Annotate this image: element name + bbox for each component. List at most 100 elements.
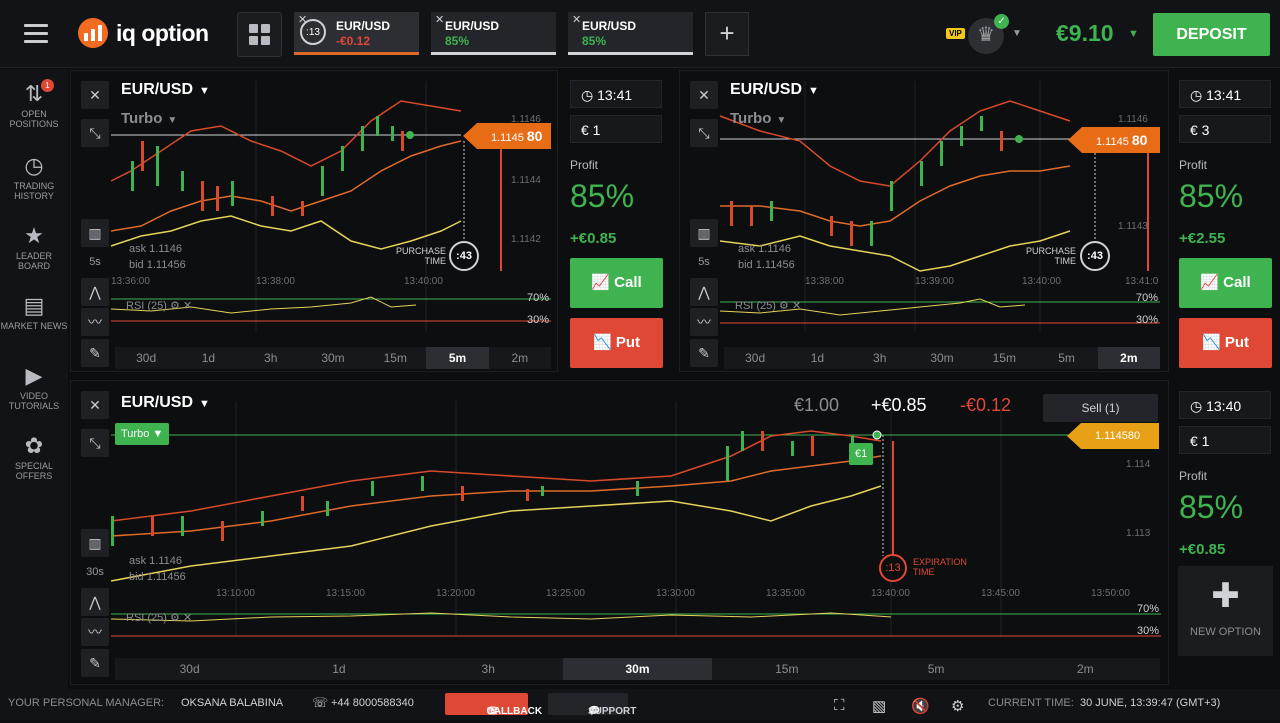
timeframe-30m[interactable]: 30m	[911, 347, 973, 369]
sidebar-item-special-offers[interactable]: ✿ SPECIAL OFFERS	[0, 433, 68, 481]
candle-interval[interactable]: 30s	[81, 566, 109, 578]
asset-tab-2[interactable]: ✕ EUR/USD 85%	[431, 12, 556, 55]
close-icon[interactable]: ✕	[435, 13, 444, 26]
timeframe-15m[interactable]: 15m	[973, 347, 1035, 369]
expiry-time-field[interactable]: ◷ 13:41	[570, 80, 662, 108]
close-chart-button[interactable]: ✕	[690, 81, 718, 109]
new-option-button[interactable]: ✚ NEW OPTION	[1178, 566, 1273, 656]
price-chart[interactable]	[71, 381, 1170, 686]
fullscreen-icon[interactable]: ⛶	[834, 697, 845, 714]
chart-type-icon[interactable]: ▥	[690, 219, 718, 247]
asset-tab-3[interactable]: ✕ EUR/USD 85%	[568, 12, 693, 55]
menu-icon[interactable]	[24, 24, 48, 44]
close-icon[interactable]: ✕	[792, 300, 801, 312]
timeframe-3h[interactable]: 3h	[414, 658, 563, 680]
timeframe-15m[interactable]: 15m	[364, 347, 426, 369]
layers-icon[interactable]: ▧	[872, 697, 886, 715]
amount-input[interactable]: € 1	[570, 115, 662, 143]
timeframe-30m[interactable]: 30m	[302, 347, 364, 369]
timeframe-5m[interactable]: 5m	[861, 658, 1010, 680]
add-tab-button[interactable]: +	[705, 12, 749, 56]
close-icon[interactable]: ✕	[572, 13, 581, 26]
x-tick: 13:10:00	[216, 588, 255, 599]
chevron-down-icon[interactable]: ▼	[1128, 28, 1139, 40]
chart-panel-top-left[interactable]: ✕ ⤡ ▥ 5s ⋀ 〰 ✎ EUR/USD ▼ Turbo ▼ ask 1.114…	[70, 70, 558, 372]
mute-icon[interactable]: 🔇	[911, 697, 930, 715]
candle-interval[interactable]: 5s	[81, 256, 109, 268]
timeframe-30d[interactable]: 30d	[115, 658, 264, 680]
phone-number[interactable]: +44 8000588340	[331, 697, 414, 709]
support-button[interactable]: 💬 SUPPORT	[548, 693, 636, 717]
indicator-icon[interactable]: ⋀	[81, 588, 109, 616]
put-button[interactable]: 📉 Put	[1179, 318, 1272, 368]
layout-grid-button[interactable]	[237, 12, 282, 57]
trend-icon[interactable]: 〰	[690, 308, 718, 336]
sidebar-item-open-positions[interactable]: ⇅ 1 OPEN POSITIONS	[0, 79, 68, 129]
expiry-time-field[interactable]: ◷ 13:41	[1179, 80, 1271, 108]
chart-panel-bottom[interactable]: ✕ ⤡ ▥ 30s ⋀ 〰 ✎ EUR/USD ▼ Turbo ▼ ask 1.1…	[70, 380, 1169, 685]
indicator-icon[interactable]: ⋀	[81, 278, 109, 306]
pencil-icon[interactable]: ✎	[81, 649, 109, 677]
sell-button[interactable]: Sell (1)	[1043, 394, 1158, 422]
amount-input[interactable]: € 3	[1179, 115, 1271, 143]
sidebar-item-video-tutorials[interactable]: ▶ VIDEO TUTORIALS	[0, 363, 68, 411]
mode-selector[interactable]: Turbo ▼	[115, 423, 170, 445]
close-chart-button[interactable]: ✕	[81, 391, 109, 419]
mode-selector[interactable]: Turbo ▼	[121, 110, 177, 127]
vip-profile[interactable]: VIP ♛ ✓ ▼	[946, 14, 1026, 56]
collapse-icon[interactable]: ⤡	[690, 119, 718, 147]
rsi-indicator[interactable]: RSI (25) ⚙ ✕	[126, 299, 192, 312]
asset-selector[interactable]: EUR/USD ▼	[121, 394, 210, 412]
timeframe-1d[interactable]: 1d	[786, 347, 848, 369]
trend-icon[interactable]: 〰	[81, 618, 109, 646]
collapse-icon[interactable]: ⤡	[81, 429, 109, 457]
sidebar-item-label: MARKET NEWS	[0, 321, 68, 331]
close-icon[interactable]: ✕	[183, 300, 192, 312]
candle-interval[interactable]: 5s	[690, 256, 718, 268]
expiry-time-field[interactable]: ◷ 13:40	[1179, 391, 1271, 419]
timeframe-15m[interactable]: 15m	[712, 658, 861, 680]
timeframe-3h[interactable]: 3h	[240, 347, 302, 369]
timeframe-30d[interactable]: 30d	[724, 347, 786, 369]
call-button[interactable]: 📈 Call	[570, 258, 663, 308]
close-chart-button[interactable]: ✕	[81, 81, 109, 109]
timeframe-2m[interactable]: 2m	[1011, 658, 1160, 680]
chart-type-icon[interactable]: ▥	[81, 219, 109, 247]
pencil-icon[interactable]: ✎	[81, 339, 109, 367]
trend-icon[interactable]: 〰	[81, 308, 109, 336]
deposit-button[interactable]: DEPOSIT	[1153, 13, 1270, 56]
asset-selector[interactable]: EUR/USD ▼	[121, 81, 210, 99]
timeframe-5m[interactable]: 5m	[426, 347, 489, 369]
asset-selector[interactable]: EUR/USD ▼	[730, 81, 819, 99]
indicator-icon[interactable]: ⋀	[690, 278, 718, 306]
timeframe-2m[interactable]: 2m	[489, 347, 551, 369]
gear-icon[interactable]: ⚙	[170, 300, 180, 312]
put-button[interactable]: 📉 Put	[570, 318, 663, 368]
rsi-indicator[interactable]: RSI (25) ⚙ ✕	[735, 299, 801, 312]
call-button[interactable]: 📈 Call	[1179, 258, 1272, 308]
pencil-icon[interactable]: ✎	[690, 339, 718, 367]
asset-tab-1[interactable]: ✕ :13 EUR/USD -€0.12	[294, 12, 419, 55]
sidebar-item-leader-board[interactable]: ★ LEADER BOARD	[0, 223, 68, 271]
timeframe-3h[interactable]: 3h	[849, 347, 911, 369]
collapse-icon[interactable]: ⤡	[81, 119, 109, 147]
timeframe-30d[interactable]: 30d	[115, 347, 177, 369]
mode-selector[interactable]: Turbo ▼	[730, 110, 786, 127]
sidebar-item-market-news[interactable]: ▤ MARKET NEWS	[0, 293, 68, 331]
amount-input[interactable]: € 1	[1179, 426, 1271, 454]
gear-icon[interactable]: ⚙	[170, 612, 180, 624]
chart-panel-top-right[interactable]: ✕ ⤡ ▥ 5s ⋀ 〰 ✎ EUR/USD ▼ Turbo ▼ ask 1.114…	[679, 70, 1169, 372]
timeframe-1d[interactable]: 1d	[177, 347, 239, 369]
rsi-indicator[interactable]: RSI (25) ⚙ ✕	[126, 611, 192, 624]
close-icon[interactable]: ✕	[183, 612, 192, 624]
timeframe-5m[interactable]: 5m	[1035, 347, 1097, 369]
callback-button[interactable]: ☏ CALLBACK	[445, 693, 542, 717]
timeframe-2m[interactable]: 2m	[1097, 347, 1160, 369]
gear-icon[interactable]: ⚙	[951, 697, 964, 715]
balance[interactable]: €9.10	[1056, 20, 1114, 47]
sidebar-item-trading-history[interactable]: ◷ TRADING HISTORY	[0, 153, 68, 201]
chart-type-icon[interactable]: ▥	[81, 529, 109, 557]
timeframe-1d[interactable]: 1d	[264, 658, 413, 680]
gear-icon[interactable]: ⚙	[779, 300, 789, 312]
timeframe-30m[interactable]: 30m	[562, 658, 713, 680]
